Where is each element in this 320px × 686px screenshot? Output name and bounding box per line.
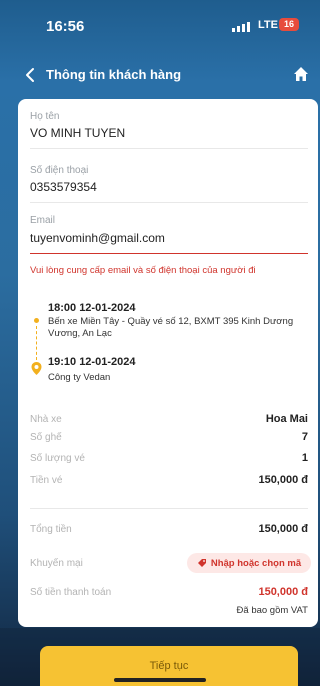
location-pin-icon [31,362,42,375]
payment-label: Số tiền thanh toán [30,587,112,598]
route-line [36,326,37,360]
status-time: 16:56 [46,18,85,35]
ticket-count-value: 1 [301,452,308,464]
departure-time: 18:00 12-01-2024 [48,302,136,314]
ticket-price-label: Tiền vé [30,475,63,486]
email-field[interactable]: tuyenvominh@gmail.com [30,231,165,245]
status-bar: 16:56 LTE 16 [0,0,320,50]
operator-label: Nhà xe [30,414,62,425]
seat-value: 7 [301,431,308,443]
email-underline [30,253,308,254]
phone-field[interactable]: 0353579354 [30,180,97,194]
total-label: Tổng tiền [30,524,72,535]
name-label: Họ tên [30,111,60,122]
signal-icon [232,22,250,32]
battery-icon: 16 [279,18,299,31]
network-type: LTE [258,19,278,31]
divider [30,508,308,509]
promo-label: Khuyến mại [30,558,83,569]
total-value: 150,000 đ [258,523,308,535]
email-label: Email [30,215,56,226]
trip-route: 18:00 12-01-2024 Bến xe Miền Tây - Quầy … [30,302,310,392]
promo-button-label: Nhập hoặc chọn mã [210,557,302,569]
operator-value: Hoa Mai [265,413,308,425]
seat-label: Số ghế [30,432,62,443]
departure-address: Bến xe Miền Tây - Quầy vé số 12, BXMT 39… [48,316,294,339]
payment-value: 150,000 đ [258,586,308,598]
phone-label: Số điện thoại [30,165,89,176]
customer-info-card: Họ tên VO MINH TUYEN Số điện thoại 03535… [18,99,318,627]
promo-code-button[interactable]: Nhập hoặc chọn mã [187,553,311,573]
validation-warning: Vui lòng cung cấp email và số điện thoại… [30,265,256,276]
navigation-bar: Thông tin khách hàng [0,58,320,92]
tag-icon [197,559,206,567]
ticket-count-label: Số lượng vé [30,453,85,464]
departure-dot-icon [34,318,39,323]
arrival-time: 19:10 12-01-2024 [48,356,136,368]
divider [30,202,308,203]
name-field[interactable]: VO MINH TUYEN [30,126,125,140]
vat-note: Đã bao gồm VAT [236,605,308,616]
home-indicator [114,678,206,682]
divider [30,148,308,149]
back-chevron-icon[interactable] [24,66,38,84]
arrival-address: Công ty Vedan [48,372,111,383]
page-title: Thông tin khách hàng [46,67,182,82]
ticket-price-value: 150,000 đ [258,474,308,486]
home-icon[interactable] [293,66,309,82]
